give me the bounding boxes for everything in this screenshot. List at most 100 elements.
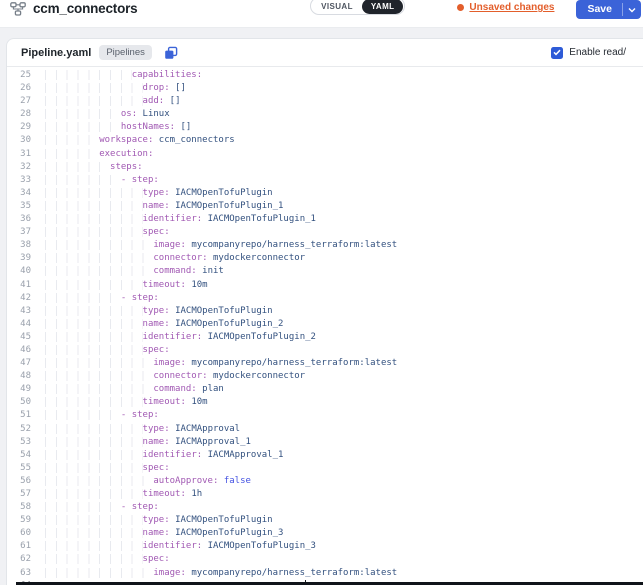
- code-line[interactable]: 49 command: plan: [7, 383, 643, 396]
- code-line[interactable]: 43 type: IACMOpenTofuPlugin: [7, 305, 643, 318]
- line-number: 28: [7, 108, 31, 121]
- code-line[interactable]: 35 name: IACMOpenTofuPlugin_1: [7, 200, 643, 213]
- code-line[interactable]: 61 identifier: IACMOpenTofuPlugin_3: [7, 540, 643, 553]
- unsaved-dot: [457, 4, 464, 11]
- line-number: 27: [7, 95, 31, 108]
- line-number: 29: [7, 121, 31, 134]
- code-line[interactable]: 31 execution:: [7, 148, 643, 161]
- code-line[interactable]: 53 name: IACMApproval_1: [7, 436, 643, 449]
- unsaved-changes-link[interactable]: Unsaved changes: [457, 2, 554, 13]
- code-line[interactable]: 63 image: mycompanyrepo/harness_terrafor…: [7, 567, 643, 580]
- code-line[interactable]: 37 spec:: [7, 226, 643, 239]
- chevron-down-icon[interactable]: [623, 0, 641, 19]
- code-line[interactable]: 47 image: mycompanyrepo/harness_terrafor…: [7, 357, 643, 370]
- tab-visual[interactable]: VISUAL: [312, 0, 362, 14]
- code-text: name: IACMApproval_1: [31, 436, 251, 449]
- code-line[interactable]: 32 steps:: [7, 161, 643, 174]
- code-line[interactable]: 28 os: Linux: [7, 108, 643, 121]
- code-line[interactable]: 29 hostNames: []: [7, 121, 643, 134]
- yaml-editor[interactable]: 25 capabilities:26 drop: []27 add: []28 …: [7, 67, 643, 585]
- code-line[interactable]: 62 spec:: [7, 553, 643, 566]
- code-text: timeout: 1h: [31, 488, 202, 501]
- code-line[interactable]: 34 type: IACMOpenTofuPlugin: [7, 187, 643, 200]
- code-text: identifier: IACMOpenTofuPlugin_2: [31, 331, 316, 344]
- code-line[interactable]: 42 - step:: [7, 292, 643, 305]
- code-line[interactable]: 27 add: []: [7, 95, 643, 108]
- line-number: 37: [7, 226, 31, 239]
- code-text: os: Linux: [31, 108, 170, 121]
- line-number: 61: [7, 540, 31, 553]
- line-number: 40: [7, 265, 31, 278]
- save-button-label[interactable]: Save: [576, 0, 622, 19]
- code-text: workspace: ccm_connectors: [31, 134, 235, 147]
- line-number: 54: [7, 449, 31, 462]
- line-number: 63: [7, 567, 31, 580]
- tab-yaml[interactable]: YAML: [362, 0, 404, 14]
- code-line[interactable]: 36 identifier: IACMOpenTofuPlugin_1: [7, 213, 643, 226]
- code-line[interactable]: 58 - step:: [7, 501, 643, 514]
- code-line[interactable]: 50 timeout: 10m: [7, 396, 643, 409]
- code-text: type: IACMOpenTofuPlugin: [31, 187, 273, 200]
- line-number: 51: [7, 409, 31, 422]
- enable-checkbox-label: Enable read/: [569, 47, 626, 58]
- line-number: 33: [7, 174, 31, 187]
- code-text: name: IACMOpenTofuPlugin_3: [31, 527, 283, 540]
- line-number: 35: [7, 200, 31, 213]
- code-line[interactable]: 44 name: IACMOpenTofuPlugin_2: [7, 318, 643, 331]
- code-text: - step:: [31, 174, 159, 187]
- line-number: 31: [7, 148, 31, 161]
- code-line[interactable]: 51 - step:: [7, 409, 643, 422]
- code-text: - step:: [31, 292, 159, 305]
- code-line[interactable]: 39 connector: mydockerconnector: [7, 252, 643, 265]
- line-number: 62: [7, 553, 31, 566]
- copy-icon[interactable]: [164, 46, 178, 60]
- code-line[interactable]: 55 spec:: [7, 462, 643, 475]
- save-button[interactable]: Save: [576, 0, 641, 19]
- line-number: 42: [7, 292, 31, 305]
- line-number: 34: [7, 187, 31, 200]
- code-line[interactable]: 45 identifier: IACMOpenTofuPlugin_2: [7, 331, 643, 344]
- line-number: 32: [7, 161, 31, 174]
- line-number: 53: [7, 436, 31, 449]
- code-text: add: []: [31, 95, 181, 108]
- code-line[interactable]: 60 name: IACMOpenTofuPlugin_3: [7, 527, 643, 540]
- code-line[interactable]: 57 timeout: 1h: [7, 488, 643, 501]
- code-text: steps:: [31, 161, 143, 174]
- code-text: - step:: [31, 501, 159, 514]
- line-number: 36: [7, 213, 31, 226]
- enable-checkbox[interactable]: [551, 47, 563, 59]
- code-line[interactable]: 25 capabilities:: [7, 69, 643, 82]
- code-text: image: mycompanyrepo/harness_terraform:l…: [31, 357, 397, 370]
- line-number: 50: [7, 396, 31, 409]
- code-line[interactable]: 48 connector: mydockerconnector: [7, 370, 643, 383]
- line-number: 60: [7, 527, 31, 540]
- code-text: identifier: IACMOpenTofuPlugin_3: [31, 540, 316, 553]
- code-line[interactable]: 56 autoApprove: false: [7, 475, 643, 488]
- code-line[interactable]: 30 workspace: ccm_connectors: [7, 134, 643, 147]
- code-text: command: init: [31, 265, 224, 278]
- code-line[interactable]: 26 drop: []: [7, 82, 643, 95]
- page-title: ccm_connectors: [33, 1, 138, 16]
- code-text: connector: mydockerconnector: [31, 370, 305, 383]
- code-line[interactable]: 40 command: init: [7, 265, 643, 278]
- code-line[interactable]: 41 timeout: 10m: [7, 279, 643, 292]
- line-number: 39: [7, 252, 31, 265]
- code-line[interactable]: 33 - step:: [7, 174, 643, 187]
- code-text: connector: mydockerconnector: [31, 252, 305, 265]
- line-number: 49: [7, 383, 31, 396]
- code-text: autoApprove: false: [31, 475, 251, 488]
- code-text: timeout: 10m: [31, 396, 208, 409]
- mode-toggle[interactable]: VISUAL YAML: [310, 0, 405, 15]
- code-text: spec:: [31, 344, 170, 357]
- line-number: 46: [7, 344, 31, 357]
- code-line[interactable]: 46 spec:: [7, 344, 643, 357]
- code-line[interactable]: 54 identifier: IACMApproval_1: [7, 449, 643, 462]
- code-line[interactable]: 59 type: IACMOpenTofuPlugin: [7, 514, 643, 527]
- file-name: Pipeline.yaml: [21, 47, 91, 59]
- line-number: 58: [7, 501, 31, 514]
- code-line[interactable]: 38 image: mycompanyrepo/harness_terrafor…: [7, 239, 643, 252]
- code-text: execution:: [31, 148, 153, 161]
- code-line[interactable]: 52 type: IACMApproval: [7, 423, 643, 436]
- line-number: 55: [7, 462, 31, 475]
- page-header: ccm_connectors VISUAL YAML Unsaved chang…: [0, 0, 643, 28]
